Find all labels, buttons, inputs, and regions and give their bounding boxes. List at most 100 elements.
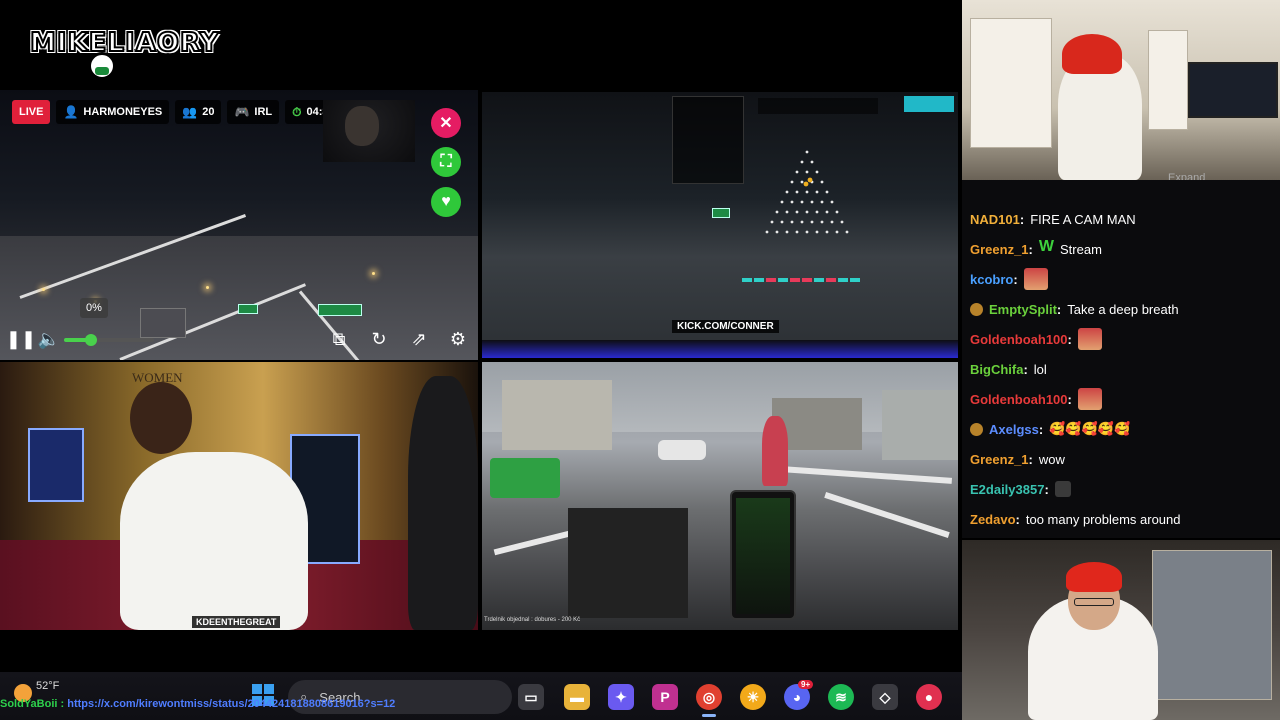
chat-username[interactable]: BigChifa — [970, 362, 1023, 377]
chat-text: 🥰🥰🥰🥰🥰 — [1049, 421, 1131, 436]
phone-screen — [736, 498, 790, 614]
chat-username[interactable]: Goldenboah100 — [970, 392, 1068, 407]
street-lamp — [206, 286, 209, 289]
spotify-icon[interactable]: ≋ — [828, 684, 854, 710]
red-beanie — [1062, 34, 1122, 74]
popout-button[interactable]: ⇗ — [406, 326, 432, 352]
live-label: LIVE — [19, 106, 44, 118]
gamepad-icon: 🎮 — [234, 105, 250, 119]
volume-knob[interactable] — [85, 334, 97, 346]
highway-sign — [238, 304, 258, 314]
chat-message: Axelgss: 🥰🥰🥰🥰🥰 — [970, 414, 1130, 444]
pip-icon: ⧉ — [332, 328, 346, 349]
car — [658, 440, 706, 460]
ticker-name: SoldYaBoii : — [0, 698, 65, 710]
street-lamp — [372, 272, 375, 275]
crosswalk — [824, 492, 950, 538]
close-icon: ✕ — [439, 115, 453, 132]
chat-username[interactable]: NAD101 — [970, 212, 1020, 227]
chat-username[interactable]: Greenz_1 — [970, 242, 1029, 257]
volume-icon: 🔈 — [37, 328, 61, 349]
building — [502, 380, 612, 450]
chat-message: EmptySplit: Take a deep breath — [970, 294, 1179, 324]
task-view-icon[interactable]: ▭ — [518, 684, 544, 710]
pip-button[interactable]: ⧉ — [326, 326, 352, 352]
volume-tooltip: 0% — [80, 298, 108, 318]
person-background — [408, 376, 478, 630]
chat-text: too many problems around — [1025, 511, 1181, 527]
viewers-icon: 👥 — [182, 105, 198, 119]
chat-badge-icon — [970, 302, 983, 316]
chat-username[interactable]: Greenz_1 — [970, 452, 1029, 467]
chat-message: kcobro: — [970, 264, 1048, 294]
chat-separator: : — [1015, 511, 1020, 527]
temperature[interactable]: 52°F — [36, 680, 59, 692]
face-emote-icon — [1077, 328, 1102, 350]
chat-username[interactable]: EmptySplit — [989, 302, 1057, 317]
glasses — [1074, 598, 1114, 606]
viewer-count: 20 — [202, 106, 215, 118]
chat-badge-icon — [970, 422, 983, 436]
reload-icon: ↻ — [371, 328, 387, 349]
category-badge[interactable]: 🎮 IRL — [227, 100, 280, 124]
chat-message: E2daily3857: — [970, 474, 1071, 504]
picsart-icon[interactable]: P — [652, 684, 678, 710]
streamer-tag: KDEENTHEGREAT — [192, 616, 281, 628]
fullscreen-icon: ⛶ — [440, 153, 452, 170]
settings-button[interactable]: ⚙ — [445, 326, 471, 352]
streamer-webcam-mini — [323, 100, 415, 162]
chrome-icon[interactable]: ◎ — [696, 684, 722, 710]
stream-tile-bike[interactable]: Trdelnik objednal : dobures - 200 Kč — [482, 362, 958, 630]
donation-caption: Trdelnik objednal : dobures - 200 Kč — [484, 617, 581, 623]
volume-slider[interactable] — [64, 334, 154, 346]
sun-app-icon[interactable]: ☀ — [740, 684, 766, 710]
chat-username[interactable]: kcobro — [970, 272, 1013, 287]
building — [882, 390, 958, 460]
pause-button[interactable]: ❚❚ — [6, 326, 36, 352]
chat-text: FIRE A CAM MAN — [1030, 211, 1136, 227]
ticker-link[interactable]: https://x.com/kirewontmiss/status/204424… — [67, 698, 395, 710]
chat-separator: : — [1028, 451, 1033, 467]
heart-icon: ♥ — [441, 193, 451, 210]
slot-machine — [28, 428, 84, 502]
stream-info-bar: LIVE 👤 HARMONEYES 👥 20 🎮 IRL ⏱ 04:37:49 — [12, 100, 358, 124]
game-hud — [758, 98, 878, 114]
chat-message: Goldenboah100: — [970, 384, 1102, 414]
plinko-board — [742, 150, 860, 282]
chat-panel: NAD101: FIRE A CAM MAN Greenz_1: W Stream kco… — [962, 180, 1280, 538]
chat-message: Goldenboah100: — [970, 324, 1102, 354]
favorite-button[interactable]: ♥ — [431, 187, 461, 217]
copilot-icon[interactable]: ✦ — [608, 684, 634, 710]
dashboard-glow — [482, 340, 958, 358]
file-explorer-icon[interactable]: ▬ — [564, 684, 590, 710]
obs-icon[interactable]: ● — [916, 684, 942, 710]
webcam-face — [962, 540, 1280, 720]
webcam-room — [962, 0, 1280, 180]
category-label: IRL — [254, 106, 273, 118]
crosswalk — [781, 466, 953, 484]
chat-username[interactable]: E2daily3857 — [970, 482, 1044, 497]
chat-username[interactable]: Axelgss — [989, 422, 1039, 437]
face-emote-icon — [1077, 388, 1102, 410]
phone-mount — [730, 490, 796, 620]
logo-mascot — [88, 52, 116, 80]
street-lamp — [42, 288, 45, 291]
shelf — [970, 18, 1052, 148]
person-shirt — [120, 452, 308, 630]
mute-button[interactable]: 🔈 — [36, 326, 62, 352]
reload-button[interactable]: ↻ — [366, 326, 392, 352]
fullscreen-button[interactable]: ⛶ — [431, 147, 461, 177]
chat-message: Greenz_1: W Stream — [970, 234, 1102, 264]
chat-separator: : — [1044, 481, 1049, 497]
stream-tile-conner[interactable]: KICK.COM/CONNER — [482, 92, 958, 358]
discord-badge: 9+ — [798, 680, 814, 689]
channel-logo: MIKELIAORY — [29, 14, 219, 86]
channel-badge[interactable]: 👤 HARMONEYES — [56, 100, 170, 124]
close-button[interactable]: ✕ — [431, 108, 461, 138]
discord-glyph: ◕ — [792, 689, 802, 705]
app-icon[interactable]: ◇ — [872, 684, 898, 710]
stream-tile-deen[interactable]: WOMEN KDEENTHEGREAT — [0, 362, 478, 630]
chat-username[interactable]: Goldenboah100 — [970, 332, 1068, 347]
rider-ahead — [762, 416, 788, 486]
chat-username[interactable]: Zedavo — [970, 512, 1016, 527]
